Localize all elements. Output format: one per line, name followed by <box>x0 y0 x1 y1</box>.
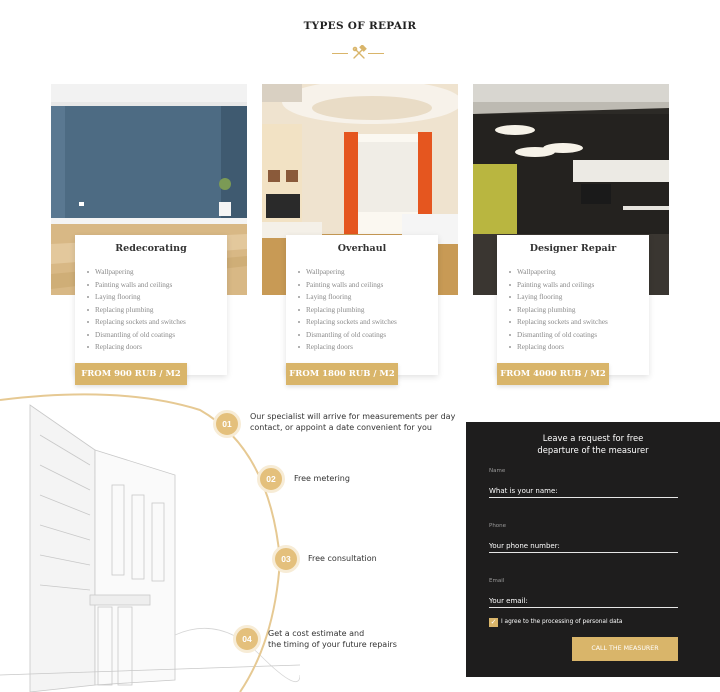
name-field[interactable]: What is your name: <box>489 486 678 498</box>
list-item: Replacing sockets and switches <box>87 316 186 329</box>
check-icon: ✓ <box>490 618 497 626</box>
card-feature-list: Wallpapering Painting walls and ceilings… <box>509 266 608 354</box>
card-feature-list: Wallpapering Painting walls and ceilings… <box>87 266 186 354</box>
form-heading: Leave a request for free departure of th… <box>537 433 649 455</box>
list-item: Painting walls and ceilings <box>87 279 186 292</box>
list-item: Dismantling of old coatings <box>509 329 608 342</box>
card-feature-list: Wallpapering Painting walls and ceilings… <box>298 266 397 354</box>
phone-label: Phone <box>489 523 507 529</box>
step-text-04: Get a cost estimate and the timing of yo… <box>268 629 397 649</box>
list-item: Replacing doors <box>298 341 397 354</box>
list-item: Wallpapering <box>87 266 186 279</box>
consent-label: I agree to the processing of personal da… <box>501 619 623 625</box>
list-item: Wallpapering <box>509 266 608 279</box>
divider-line-left <box>332 53 348 54</box>
email-field[interactable]: Your email: <box>489 596 678 608</box>
list-item: Dismantling of old coatings <box>298 329 397 342</box>
email-label: Email <box>489 578 505 584</box>
step-text-03: Free consultation <box>308 554 377 563</box>
list-item: Laying flooring <box>298 291 397 304</box>
list-item: Painting walls and ceilings <box>509 279 608 292</box>
list-item: Replacing doors <box>87 341 186 354</box>
list-item: Replacing sockets and switches <box>509 316 608 329</box>
card-title: Redecorating <box>115 243 187 254</box>
list-item: Painting walls and ceilings <box>298 279 397 292</box>
list-item: Replacing doors <box>509 341 608 354</box>
list-item: Wallpapering <box>298 266 397 279</box>
list-item: Dismantling of old coatings <box>87 329 186 342</box>
list-item: Laying flooring <box>87 291 186 304</box>
list-item: Laying flooring <box>509 291 608 304</box>
card-panel: Redecorating Wallpapering Painting walls… <box>75 235 227 375</box>
step-text-01: Our specialist will arrive for measureme… <box>250 412 456 432</box>
phone-field[interactable]: Your phone number: <box>489 541 678 553</box>
list-item: Replacing plumbing <box>87 304 186 317</box>
step-text-02: Free metering <box>294 474 350 483</box>
measurer-request-form: Leave a request for free departure of th… <box>466 422 720 677</box>
section-title: TYPES OF REPAIR <box>303 20 417 32</box>
step-badge-04: 04 <box>233 625 261 653</box>
card-title: Designer Repair <box>529 243 617 254</box>
card-panel: Designer Repair Wallpapering Painting wa… <box>497 235 649 375</box>
name-label: Name <box>489 468 506 474</box>
list-item: Replacing sockets and switches <box>298 316 397 329</box>
card-panel: Overhaul Wallpapering Painting walls and… <box>286 235 438 375</box>
card-title: Overhaul <box>337 243 387 254</box>
step-badge-02: 02 <box>257 465 285 493</box>
list-item: Replacing plumbing <box>298 304 397 317</box>
step-badge-03: 03 <box>272 545 300 573</box>
divider-line-right <box>368 53 384 54</box>
hammer-wrench-icon <box>352 45 367 59</box>
call-measurer-button[interactable]: CALL THE MEASURER <box>572 637 678 661</box>
list-item: Replacing plumbing <box>509 304 608 317</box>
consent-checkbox[interactable]: ✓ <box>489 618 498 627</box>
step-badge-01: 01 <box>213 410 241 438</box>
title-divider <box>332 45 384 67</box>
